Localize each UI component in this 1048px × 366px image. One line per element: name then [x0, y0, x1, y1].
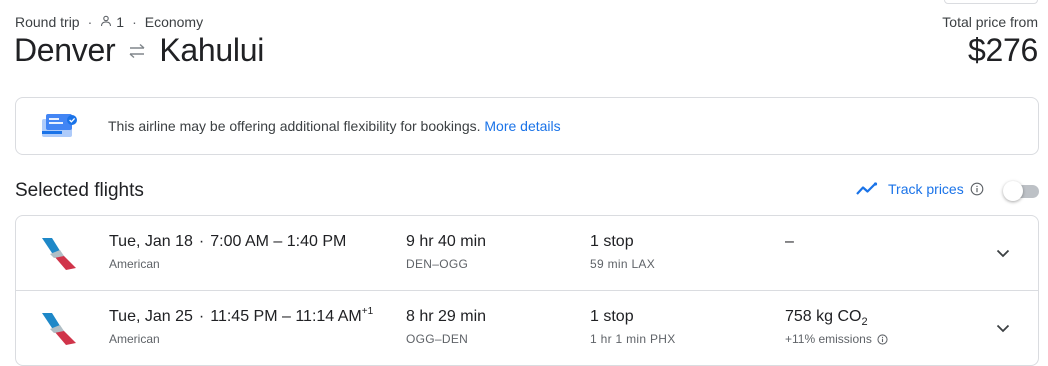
- departure-time: 7:00 AM: [210, 233, 269, 250]
- separator-dot: ·: [87, 14, 93, 30]
- price-label: Total price from: [942, 14, 1038, 30]
- trending-line-icon: [856, 182, 878, 196]
- arrival-time: 1:40 PM: [286, 233, 347, 250]
- american-airlines-logo: [40, 309, 80, 354]
- layover-info: 59 min LAX: [590, 257, 656, 271]
- total-price: $276: [968, 32, 1038, 68]
- track-prices-label[interactable]: Track prices: [888, 181, 964, 197]
- notice-message: This airline may be offering additional …: [108, 118, 561, 134]
- departure-time: 11:45 PM: [210, 308, 278, 325]
- passenger-count: 1: [116, 14, 125, 30]
- flight-row[interactable]: Tue, Jan 25 · 11:45 PM – 11:14 AM+1 Americ…: [16, 291, 1038, 365]
- day-offset: +1: [361, 306, 374, 317]
- more-details-link[interactable]: More details: [484, 118, 560, 134]
- separator-dot: ·: [132, 14, 137, 30]
- selected-flights-list: Tue, Jan 18 · 7:00 AM – 1:40 PM American 9…: [15, 215, 1039, 366]
- separator-dot: ·: [198, 233, 205, 250]
- track-prices-toggle[interactable]: [1003, 181, 1039, 201]
- person-icon: [100, 14, 112, 30]
- route-title: Denver Kahului: [14, 32, 264, 69]
- destination-city: Kahului: [159, 32, 265, 68]
- info-icon[interactable]: [877, 333, 888, 345]
- emissions-amount: –: [785, 233, 794, 250]
- stop-count: 1 stop: [590, 308, 634, 325]
- flight-date: Tue, Jan 25: [109, 308, 193, 325]
- flight-date: Tue, Jan 18: [109, 233, 193, 250]
- chevron-down-icon: [996, 245, 1010, 263]
- emissions-value: 758 kg CO2: [785, 308, 868, 328]
- flight-duration: 8 hr 29 min: [406, 308, 487, 325]
- flight-times: Tue, Jan 18 · 7:00 AM – 1:40 PM: [109, 233, 347, 250]
- swap-arrows-icon: [127, 43, 147, 59]
- trip-summary: Round trip · 1 · Economy: [15, 14, 203, 30]
- flight-airports: OGG–DEN: [406, 332, 469, 346]
- track-prices[interactable]: Track prices: [856, 181, 984, 197]
- booking-flexibility-icon: [40, 111, 80, 146]
- toggle-knob: [1003, 181, 1023, 201]
- cabin-class: Economy: [144, 14, 204, 30]
- trip-type: Round trip: [15, 14, 80, 30]
- emissions-delta: +11% emissions: [785, 332, 888, 346]
- info-icon[interactable]: [970, 182, 984, 196]
- arrival-time: 11:14 AM: [295, 308, 362, 325]
- emissions-delta-text: +11% emissions: [785, 332, 872, 346]
- flexibility-notice: This airline may be offering additional …: [15, 97, 1039, 155]
- flight-duration: 9 hr 40 min: [406, 233, 487, 250]
- layover-info: 1 hr 1 min PHX: [590, 332, 676, 346]
- emissions-subscript: 2: [861, 316, 868, 329]
- notice-text: This airline may be offering additional …: [108, 118, 481, 134]
- emissions-value: –: [785, 233, 794, 253]
- airline-name: American: [109, 257, 160, 271]
- separator-dot: ·: [198, 308, 205, 325]
- stop-count: 1 stop: [590, 233, 634, 250]
- emissions-amount: 758 kg CO: [785, 308, 862, 325]
- origin-city: Denver: [14, 32, 116, 68]
- expand-flight-button[interactable]: [992, 243, 1014, 265]
- flight-row[interactable]: Tue, Jan 18 · 7:00 AM – 1:40 PM American 9…: [16, 216, 1038, 291]
- american-airlines-logo: [40, 234, 80, 279]
- flight-airports: DEN–OGG: [406, 257, 469, 271]
- chevron-down-icon: [996, 320, 1010, 338]
- flight-times: Tue, Jan 25 · 11:45 PM – 11:14 AM+1: [109, 306, 374, 325]
- expand-flight-button[interactable]: [992, 318, 1014, 340]
- airline-name: American: [109, 332, 160, 346]
- selected-flights-heading: Selected flights: [15, 180, 144, 201]
- top-control-edge: [944, 0, 1038, 4]
